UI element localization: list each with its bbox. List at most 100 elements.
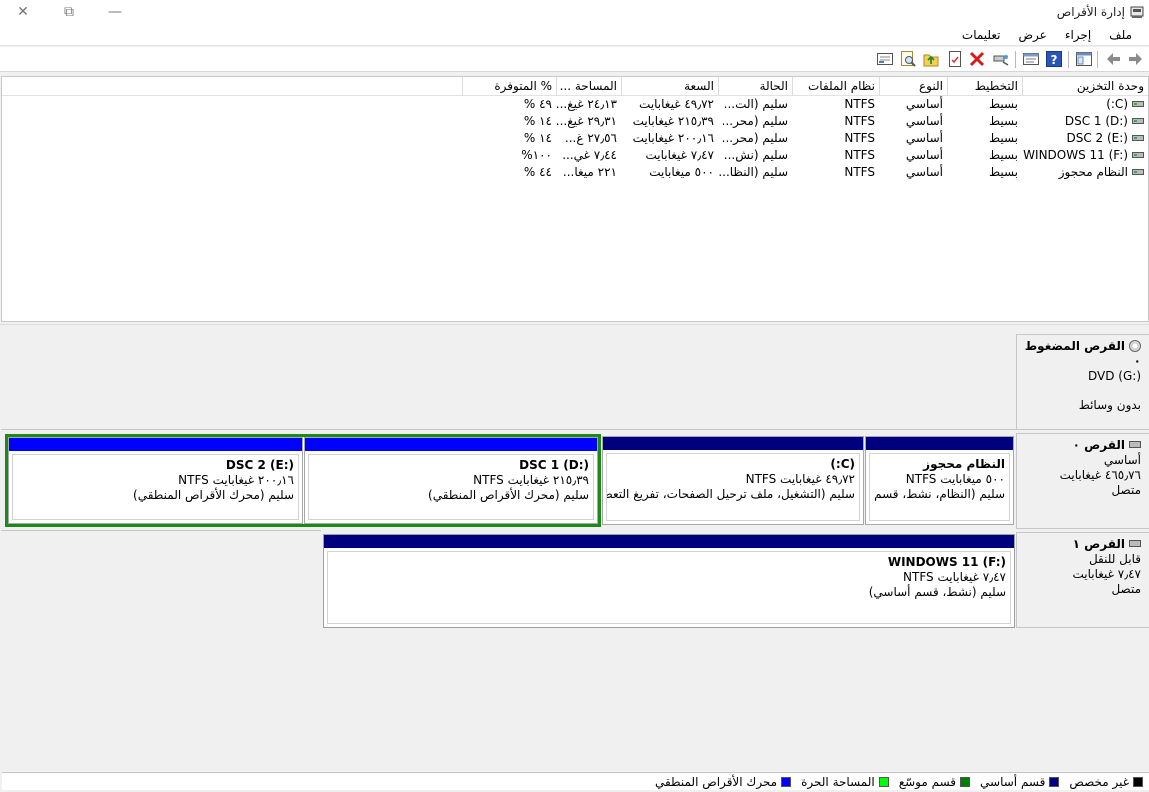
col-header-volume[interactable]: وحدة التخزين bbox=[1022, 77, 1148, 96]
cell-filesystem: NTFS bbox=[844, 165, 875, 179]
table-row[interactable]: DSC 2 (E:) بسيط أساسي NTFS سليم (محر... … bbox=[2, 130, 1148, 147]
col-header-free-space[interactable]: المساحة ... bbox=[556, 77, 621, 96]
restore-button[interactable]: ⧉ bbox=[46, 0, 92, 24]
partition-bar bbox=[9, 438, 302, 451]
disk0-label[interactable]: القرص ٠ أساسي ٤٦٥٫٧٦ غيغابايت متصل bbox=[1016, 433, 1149, 529]
disk1-label[interactable]: القرص ١ قابل للنقل ٧٫٤٧ غيغابايت متصل bbox=[1016, 532, 1149, 628]
search-icon[interactable] bbox=[899, 50, 917, 68]
partition-d[interactable]: DSC 1 (D:) ٢١٥٫٣٩ غيغابايت NTFS سليم (مح… bbox=[304, 437, 598, 524]
volume-name: DSC 2 (E:) bbox=[1066, 131, 1129, 145]
legend-item-unallocated: غير مخصص bbox=[1069, 775, 1143, 789]
cell-filesystem: NTFS bbox=[844, 131, 875, 145]
cell-filesystem: NTFS bbox=[844, 97, 875, 111]
cdrom-icon bbox=[1129, 340, 1141, 352]
legend-swatch bbox=[781, 776, 792, 787]
console-tree-icon[interactable] bbox=[1075, 50, 1093, 68]
table-row[interactable]: WINDOWS 11 (F:) بسيط أساسي NTFS سليم (نش… bbox=[2, 147, 1148, 164]
disk-graphical-view: القرص المضغوط ٠ DVD (G:) بدون وسائط القر… bbox=[1, 332, 1149, 772]
cdrom-name: القرص المضغوط ٠ bbox=[1024, 339, 1141, 368]
menu-help[interactable]: تعليمات bbox=[953, 26, 1010, 45]
toolbar-separator bbox=[1097, 51, 1098, 68]
disk1-type: قابل للنقل bbox=[1088, 552, 1141, 566]
legend-item-logical: محرك الأقراص المنطقي bbox=[655, 775, 792, 789]
col-header-layout[interactable]: التخطيط bbox=[947, 77, 1022, 96]
table-row[interactable]: DSC 1 (D:) بسيط أساسي NTFS سليم (محر... … bbox=[2, 113, 1148, 130]
partition-title: النظام محجوز bbox=[923, 457, 1005, 471]
legend-swatch bbox=[960, 776, 971, 787]
cell-percent-free: ١٠٠% bbox=[521, 148, 552, 162]
up-folder-icon[interactable] bbox=[922, 50, 940, 68]
partition-body: WINDOWS 11 (F:) ٧٫٤٧ غيغابايت NTFS سليم … bbox=[327, 551, 1011, 624]
toolbar-separator bbox=[1068, 51, 1069, 68]
close-button[interactable]: ✕ bbox=[0, 0, 46, 24]
col-header-type[interactable]: النوع bbox=[879, 77, 947, 96]
volume-icon bbox=[1132, 169, 1144, 175]
disk0-size: ٤٦٥٫٧٦ غيغابايت bbox=[1059, 468, 1141, 482]
minimize-button[interactable]: — bbox=[92, 0, 138, 24]
connect-icon[interactable] bbox=[992, 50, 1010, 68]
legend-label: غير مخصص bbox=[1069, 774, 1129, 789]
cdrom-row bbox=[1, 334, 1016, 430]
partition-system-reserved[interactable]: النظام محجوز ٥٠٠ ميغابايت NTFS سليم (الن… bbox=[865, 436, 1014, 525]
window-title: إدارة الأقراص bbox=[1056, 5, 1125, 19]
help-icon[interactable]: ? bbox=[1045, 50, 1063, 68]
table-row[interactable]: النظام محجوز بسيط أساسي NTFS سليم (النظا… bbox=[2, 164, 1148, 181]
partition-e[interactable]: DSC 2 (E:) ٢٠٠٫١٦ غيغابايت NTFS سليم (مح… bbox=[8, 437, 303, 524]
disk1-row bbox=[1, 530, 321, 531]
volume-icon bbox=[1132, 152, 1144, 158]
partition-bar bbox=[866, 437, 1013, 450]
partition-size: ٤٩٫٧٢ غيغابايت NTFS bbox=[745, 472, 855, 486]
checklist-icon[interactable] bbox=[946, 50, 964, 68]
partition-size: ٢٠٠٫١٦ غيغابايت NTFS bbox=[178, 473, 294, 487]
pane-splitter[interactable] bbox=[0, 324, 1149, 330]
cell-status: سليم (الت... bbox=[723, 97, 788, 111]
volume-name: النظام محجوز bbox=[1058, 165, 1128, 179]
cell-layout: بسيط bbox=[988, 131, 1018, 145]
partition-bar bbox=[603, 437, 863, 450]
cell-capacity: ٢٠٠٫١٦ غيغابايت bbox=[632, 131, 714, 145]
legend-label: المساحة الحرة bbox=[801, 774, 875, 789]
partition-title: DSC 2 (E:) bbox=[225, 458, 294, 472]
volume-name: DSC 1 (D:) bbox=[1064, 114, 1128, 128]
partition-size: ٢١٥٫٣٩ غيغابايت NTFS bbox=[473, 473, 589, 487]
table-row[interactable]: (C:) بسيط أساسي NTFS سليم (الت... ٤٩٫٧٢ … bbox=[2, 96, 1148, 113]
partition-c[interactable]: (C:) ٤٩٫٧٢ غيغابايت NTFS سليم (التشغيل، … bbox=[602, 436, 864, 525]
legend-swatch bbox=[1049, 776, 1060, 787]
disk0-type: أساسي bbox=[1103, 453, 1141, 467]
volume-list[interactable]: وحدة التخزين التخطيط النوع نظام الملفات … bbox=[1, 76, 1149, 322]
disk1-state: متصل bbox=[1111, 582, 1141, 596]
partition-status: سليم (محرك الأقراص المنطقي) bbox=[133, 488, 294, 502]
col-header-filesystem[interactable]: نظام الملفات bbox=[792, 77, 879, 96]
partition-body: النظام محجوز ٥٠٠ ميغابايت NTFS سليم (الن… bbox=[869, 453, 1010, 521]
cell-layout: بسيط bbox=[988, 148, 1018, 162]
extended-partition[interactable]: DSC 1 (D:) ٢١٥٫٣٩ غيغابايت NTFS سليم (مح… bbox=[5, 434, 601, 527]
cell-volume: (C:) bbox=[1022, 96, 1148, 113]
cell-layout: بسيط bbox=[988, 165, 1018, 179]
cell-volume: DSC 2 (E:) bbox=[1022, 130, 1148, 147]
col-header-capacity[interactable]: السعة bbox=[621, 77, 718, 96]
export-icon[interactable] bbox=[876, 50, 894, 68]
cell-status: سليم (محر... bbox=[721, 131, 788, 145]
partition-bar bbox=[324, 535, 1014, 548]
cell-free-space: ٢٢١ ميغا... bbox=[562, 165, 617, 179]
partition-f[interactable]: WINDOWS 11 (F:) ٧٫٤٧ غيغابايت NTFS سليم … bbox=[323, 534, 1015, 628]
menu-file[interactable]: ملف bbox=[1100, 26, 1141, 45]
cell-capacity: ٤٩٫٧٢ غيغابايت bbox=[639, 97, 714, 111]
menu-view[interactable]: عرض bbox=[1010, 26, 1056, 45]
properties-icon[interactable] bbox=[1022, 50, 1040, 68]
cell-layout: بسيط bbox=[988, 97, 1018, 111]
partition-status: سليم (نشط، قسم أساسي) bbox=[868, 585, 1006, 599]
forward-arrow-icon[interactable] bbox=[1126, 50, 1144, 68]
col-header-percent-free[interactable]: % المتوفرة bbox=[462, 77, 556, 96]
delete-icon[interactable] bbox=[968, 50, 986, 68]
cell-type: أساسي bbox=[905, 148, 943, 162]
cell-volume: النظام محجوز bbox=[1022, 164, 1148, 181]
col-header-status[interactable]: الحالة bbox=[718, 77, 792, 96]
partition-size: ٥٠٠ ميغابايت NTFS bbox=[905, 472, 1005, 486]
back-arrow-icon[interactable] bbox=[1105, 50, 1123, 68]
partition-body: (C:) ٤٩٫٧٢ غيغابايت NTFS سليم (التشغيل، … bbox=[606, 453, 860, 521]
menu-action[interactable]: إجراء bbox=[1056, 26, 1100, 45]
cdrom-drive: DVD (G:) bbox=[1088, 369, 1141, 383]
cdrom-label[interactable]: القرص المضغوط ٠ DVD (G:) بدون وسائط bbox=[1016, 334, 1149, 430]
partition-body: DSC 2 (E:) ٢٠٠٫١٦ غيغابايت NTFS سليم (مح… bbox=[12, 454, 299, 520]
